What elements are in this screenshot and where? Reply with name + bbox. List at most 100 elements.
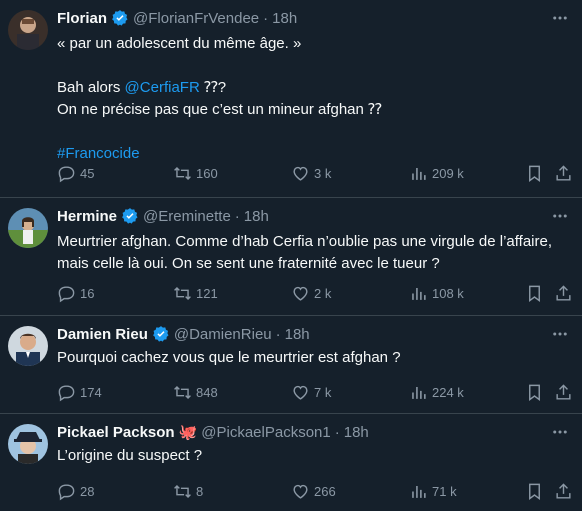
like-button[interactable]: 3 k <box>291 164 331 183</box>
tweet-pickael-packson[interactable]: Pickael Packson 🐙 @PickaelPackson1 · 18h… <box>0 414 582 511</box>
separator-dot: · <box>263 9 269 27</box>
retweet-button[interactable]: 121 <box>173 284 218 303</box>
bookmark-button[interactable] <box>525 284 544 303</box>
tweet-hermine[interactable]: Hermine @Ereminette · 18h Meurtrier afgh… <box>0 198 582 316</box>
like-count: 2 k <box>314 285 332 301</box>
tweet-damien-rieu[interactable]: Damien Rieu @DamienRieu · 18h Pourquoi c… <box>0 316 582 414</box>
views-button[interactable]: 209 k <box>409 164 464 183</box>
bookmark-button[interactable] <box>525 383 544 402</box>
bookmark-button[interactable] <box>525 482 544 501</box>
retweet-icon <box>174 484 191 498</box>
reply-button[interactable]: 16 <box>57 284 94 303</box>
like-button[interactable]: 7 k <box>291 383 331 402</box>
like-count: 3 k <box>314 165 332 181</box>
user-handle[interactable]: @PickaelPackson1 <box>201 424 330 441</box>
display-name[interactable]: Damien Rieu <box>57 326 148 343</box>
reply-button[interactable]: 174 <box>57 383 102 402</box>
views-button[interactable]: 108 k <box>409 284 464 303</box>
bookmark-icon <box>529 285 540 302</box>
views-button[interactable]: 71 k <box>409 482 457 501</box>
retweet-icon <box>174 286 191 300</box>
reply-icon <box>58 483 75 500</box>
views-chart-icon <box>412 287 426 300</box>
views-count: 224 k <box>432 384 464 400</box>
reply-button[interactable]: 45 <box>57 164 94 183</box>
views-chart-icon <box>412 485 426 498</box>
tweet-text: Pourquoi cachez vous que le meurtrier es… <box>57 347 566 369</box>
reply-count: 45 <box>80 165 95 181</box>
display-name[interactable]: Pickael Packson <box>57 424 175 441</box>
reply-icon <box>58 165 75 182</box>
hashtag-link[interactable]: #Francocide <box>57 143 566 165</box>
reply-count: 174 <box>80 384 102 400</box>
reply-icon <box>58 384 75 401</box>
display-name[interactable]: Florian <box>57 10 107 27</box>
like-count: 7 k <box>314 384 332 400</box>
octopus-emoji-icon: 🐙 <box>178 424 198 441</box>
bookmark-icon <box>529 384 540 401</box>
bookmark-icon <box>529 483 540 500</box>
separator-dot: · <box>334 423 340 441</box>
timestamp[interactable]: 18h <box>285 326 310 343</box>
user-handle[interactable]: @DamienRieu <box>174 326 272 343</box>
share-icon <box>556 383 571 400</box>
retweet-count: 160 <box>196 165 218 181</box>
tweet-text: « par un adolescent du même âge. » Bah a… <box>57 33 566 165</box>
like-button[interactable]: 2 k <box>291 284 331 303</box>
views-button[interactable]: 224 k <box>409 383 464 402</box>
separator-dot: · <box>275 325 281 343</box>
retweet-button[interactable]: 848 <box>173 383 218 402</box>
like-button[interactable]: 266 <box>291 482 336 501</box>
tweet-actions: 16 121 2 k 108 k <box>57 283 572 303</box>
user-handle[interactable]: @FlorianFrVendee <box>133 10 259 27</box>
avatar[interactable] <box>8 10 48 50</box>
retweet-count: 848 <box>196 384 218 400</box>
verified-badge-icon <box>152 325 170 343</box>
bookmark-button[interactable] <box>525 164 544 183</box>
retweet-button[interactable]: 160 <box>173 164 218 183</box>
avatar[interactable] <box>8 424 48 464</box>
tweet-florian[interactable]: Florian @FlorianFrVendee · 18h « par un … <box>0 0 582 198</box>
tweet-line: On ne précise pas que c’est un mineur af… <box>57 101 382 118</box>
tweet-line: Pourquoi cachez vous que le meurtrier es… <box>57 349 401 366</box>
tweet-line: L’origine du suspect ? <box>57 447 203 464</box>
more-options-icon[interactable] <box>550 324 570 344</box>
avatar[interactable] <box>8 208 48 248</box>
retweet-count: 121 <box>196 285 218 301</box>
timestamp[interactable]: 18h <box>344 424 369 441</box>
heart-icon <box>293 385 308 400</box>
tweet-line: « par un adolescent du même âge. » <box>57 35 302 52</box>
heart-icon <box>293 286 308 301</box>
tweet-text-segment: Bah alors <box>57 79 125 96</box>
share-icon <box>556 482 571 499</box>
mention-link[interactable]: @CerfiaFR <box>125 79 200 96</box>
share-button[interactable] <box>554 383 573 402</box>
views-count: 71 k <box>432 483 457 499</box>
tweet-text-segment: ⁇? <box>199 79 227 96</box>
views-chart-icon <box>412 386 426 399</box>
retweet-button[interactable]: 8 <box>173 482 203 501</box>
user-handle[interactable]: @Ereminette <box>143 208 231 225</box>
retweet-icon <box>174 166 191 180</box>
verified-badge-icon <box>121 207 139 225</box>
share-button[interactable] <box>554 284 573 303</box>
more-options-icon[interactable] <box>550 422 570 442</box>
reply-button[interactable]: 28 <box>57 482 94 501</box>
more-options-icon[interactable] <box>550 206 570 226</box>
tweet-line: Bah alors @CerfiaFR ⁇? <box>57 77 566 99</box>
tweet-actions: 174 848 7 k 224 k <box>57 382 572 402</box>
timestamp[interactable]: 18h <box>244 208 269 225</box>
avatar[interactable] <box>8 326 48 366</box>
share-button[interactable] <box>554 164 573 183</box>
views-count: 108 k <box>432 285 464 301</box>
tweet-actions: 45 160 3 k 209 k <box>57 163 572 183</box>
timestamp[interactable]: 18h <box>272 10 297 27</box>
reply-icon <box>58 285 75 302</box>
retweet-count: 8 <box>196 483 204 499</box>
tweet-actions: 28 8 266 71 k <box>57 481 572 501</box>
more-options-icon[interactable] <box>550 8 570 28</box>
share-button[interactable] <box>554 482 573 501</box>
display-name[interactable]: Hermine <box>57 208 117 225</box>
like-count: 266 <box>314 483 336 499</box>
